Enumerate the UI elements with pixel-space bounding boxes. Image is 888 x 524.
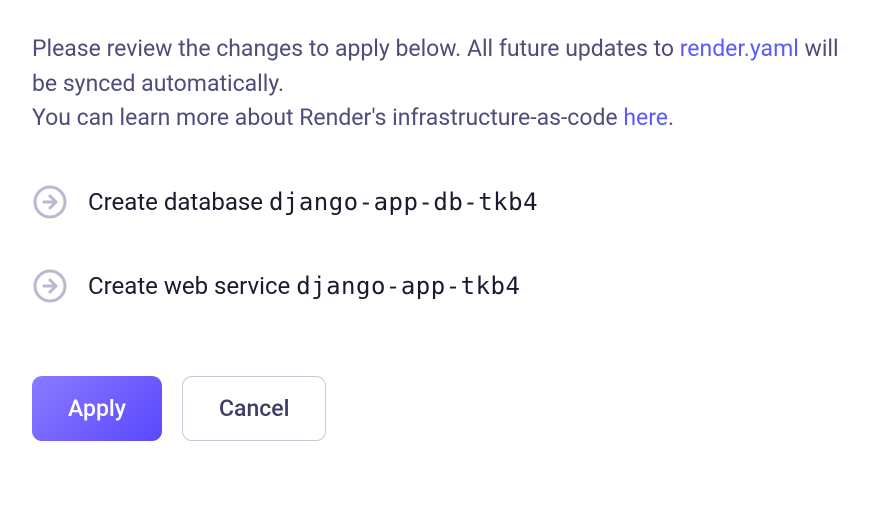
change-action: Create web service: [88, 272, 296, 300]
change-resource-name: django-app-db-tkb4: [269, 188, 538, 216]
change-text: Create database django-app-db-tkb4: [88, 188, 538, 216]
intro-period: .: [668, 104, 674, 131]
change-item: Create web service django-app-tkb4: [32, 268, 856, 304]
change-item: Create database django-app-db-tkb4: [32, 184, 856, 220]
change-list: Create database django-app-db-tkb4 Creat…: [32, 184, 856, 304]
arrow-right-circle-icon: [32, 268, 68, 304]
change-text: Create web service django-app-tkb4: [88, 272, 520, 300]
change-action: Create database: [88, 188, 269, 216]
button-row: Apply Cancel: [32, 376, 856, 441]
apply-button[interactable]: Apply: [32, 376, 162, 441]
intro-part1: Please review the changes to apply below…: [32, 35, 680, 62]
change-resource-name: django-app-tkb4: [296, 272, 520, 300]
arrow-right-circle-icon: [32, 184, 68, 220]
intro-part3: You can learn more about Render's infras…: [32, 104, 623, 131]
cancel-button[interactable]: Cancel: [182, 376, 326, 441]
render-yaml-link[interactable]: render.yaml: [680, 35, 799, 62]
intro-text: Please review the changes to apply below…: [32, 32, 856, 136]
here-link[interactable]: here: [623, 104, 668, 131]
